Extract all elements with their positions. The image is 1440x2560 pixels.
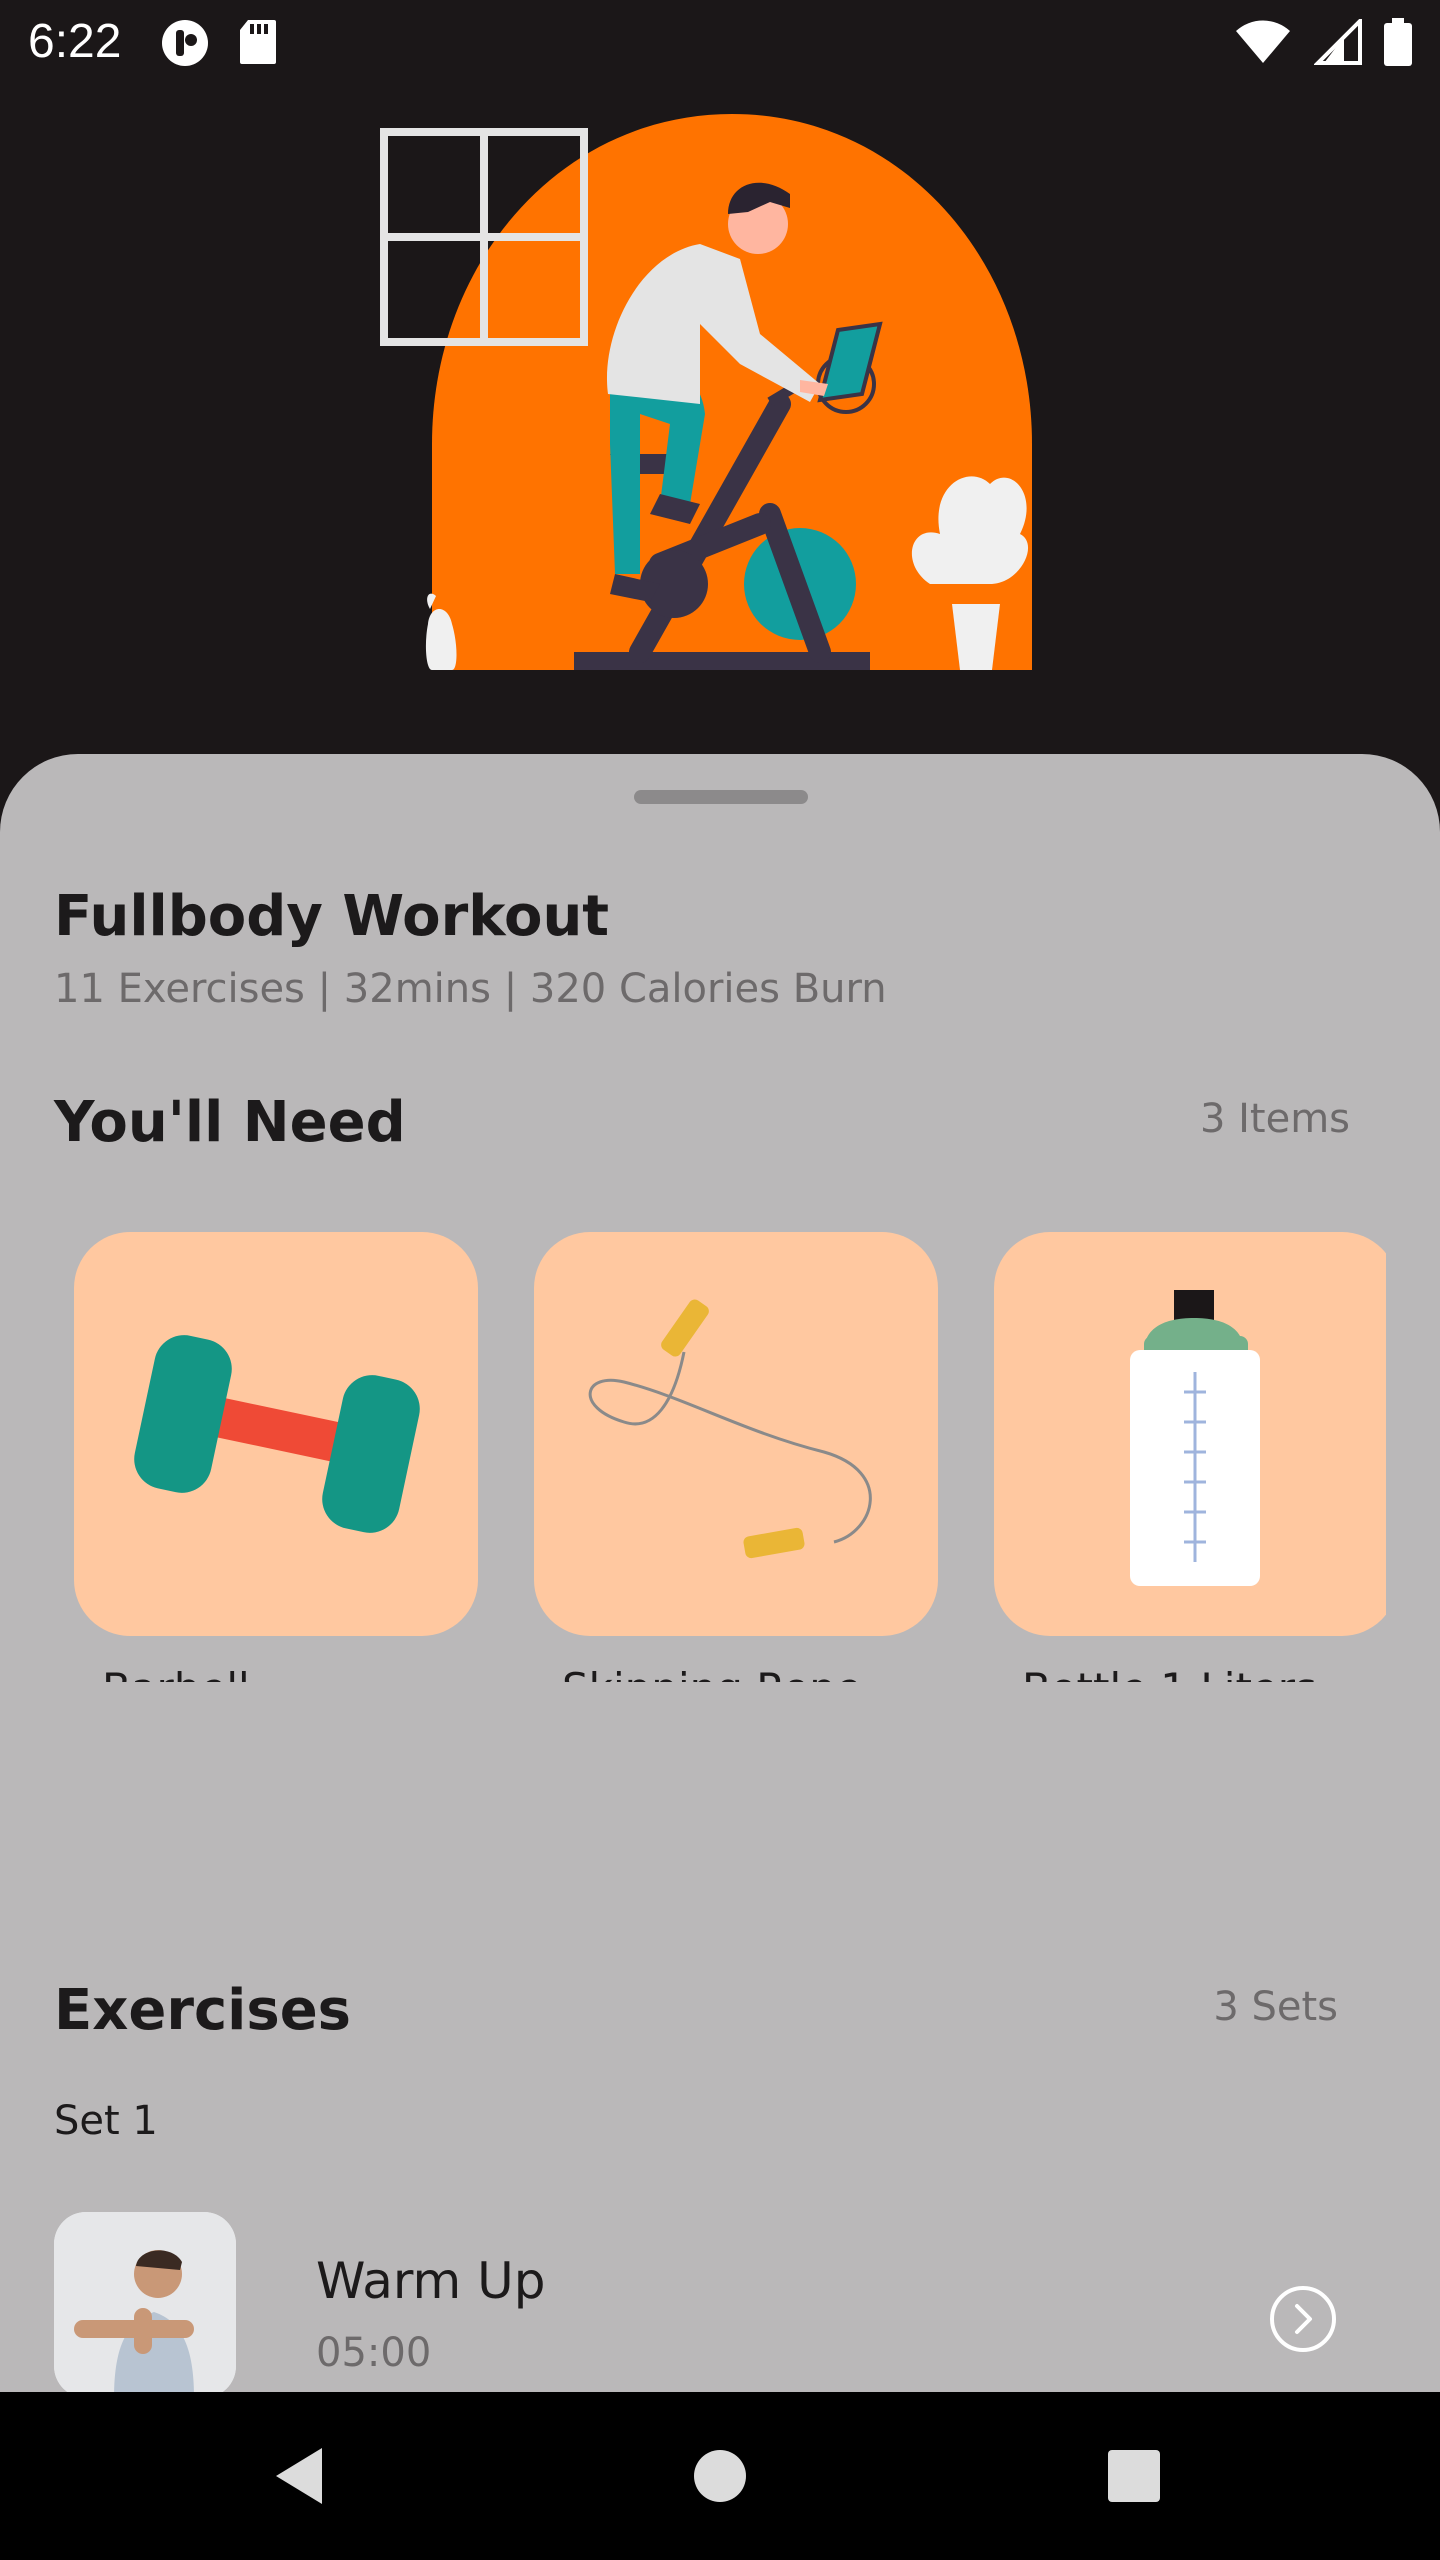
exercises-section-title: Exercises [54,1978,352,2043]
equipment-tile [994,1232,1386,1636]
equipment-label: Barbell [102,1664,250,1682]
battery-icon [1384,18,1412,66]
exercise-name: Warm Up [316,2252,546,2310]
equipment-item-skipping-rope[interactable]: Skipping Rope [534,1232,938,1682]
chevron-right-circle-icon[interactable] [1268,2284,1338,2354]
set-label: Set 1 [54,2098,158,2144]
equipment-tile [74,1232,478,1636]
hero-illustration [0,84,1440,784]
exercise-duration: 05:00 [316,2330,432,2376]
barbell-icon [134,1335,420,1533]
water-bottle-icon [1130,1290,1260,1586]
warm-up-stretch-illustration [54,2212,236,2394]
app-notification-icon [162,20,208,66]
status-bar: 6:22 [0,0,1440,84]
needs-item-count: 3 Items [1199,1096,1350,1142]
signal-icon [1314,19,1362,65]
needs-section-title: You'll Need [54,1090,406,1155]
back-icon[interactable] [262,2436,342,2516]
status-time: 6:22 [28,15,122,68]
equipment-carousel[interactable]: Barbell Skipping Rope [74,1232,1386,1682]
equipment-label: Bottle 1 Liters [1022,1664,1317,1682]
equipment-item-barbell[interactable]: Barbell [74,1232,478,1682]
exercise-row-warm-up[interactable]: Warm Up 05:00 [54,2212,1394,2394]
recents-icon[interactable] [1094,2436,1174,2516]
workout-detail-sheet[interactable]: Fullbody Workout 11 Exercises | 32mins |… [0,754,1440,2394]
equipment-tile [534,1232,938,1636]
exercises-set-count: 3 Sets [1213,1984,1338,2030]
workout-summary: 11 Exercises | 32mins | 320 Calories Bur… [54,966,887,1012]
equipment-label: Skipping Rope [562,1664,862,1682]
exercise-thumbnail [54,2212,236,2394]
sd-card-icon [240,20,276,64]
system-navigation-bar [0,2392,1440,2560]
drag-handle[interactable] [634,790,808,804]
stationary-bike-illustration [380,114,1032,670]
workout-title: Fullbody Workout [54,884,610,949]
equipment-item-bottle[interactable]: Bottle 1 Liters [994,1232,1386,1682]
home-icon[interactable] [680,2436,760,2516]
skipping-rope-icon [588,1299,872,1559]
wifi-icon [1236,20,1290,63]
